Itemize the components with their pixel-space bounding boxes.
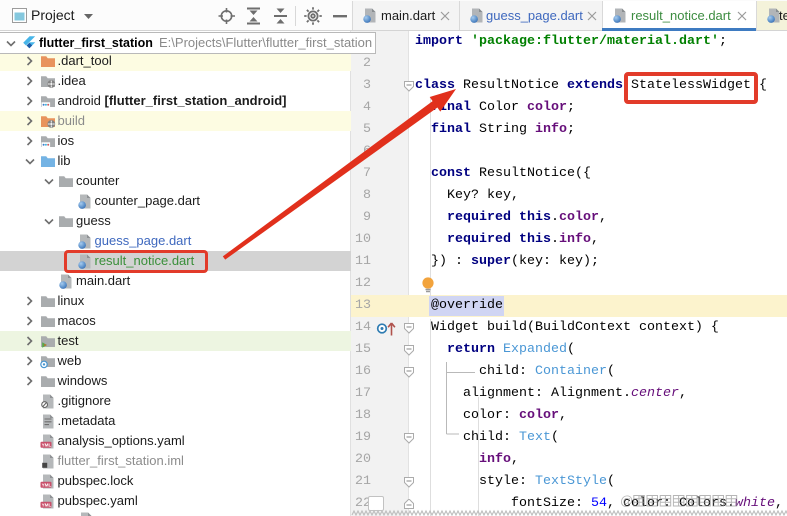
svg-text:YML: YML	[41, 482, 51, 487]
svg-text:YML: YML	[41, 442, 51, 447]
svg-text:@: @	[620, 493, 633, 508]
svg-text:YML: YML	[41, 502, 51, 507]
